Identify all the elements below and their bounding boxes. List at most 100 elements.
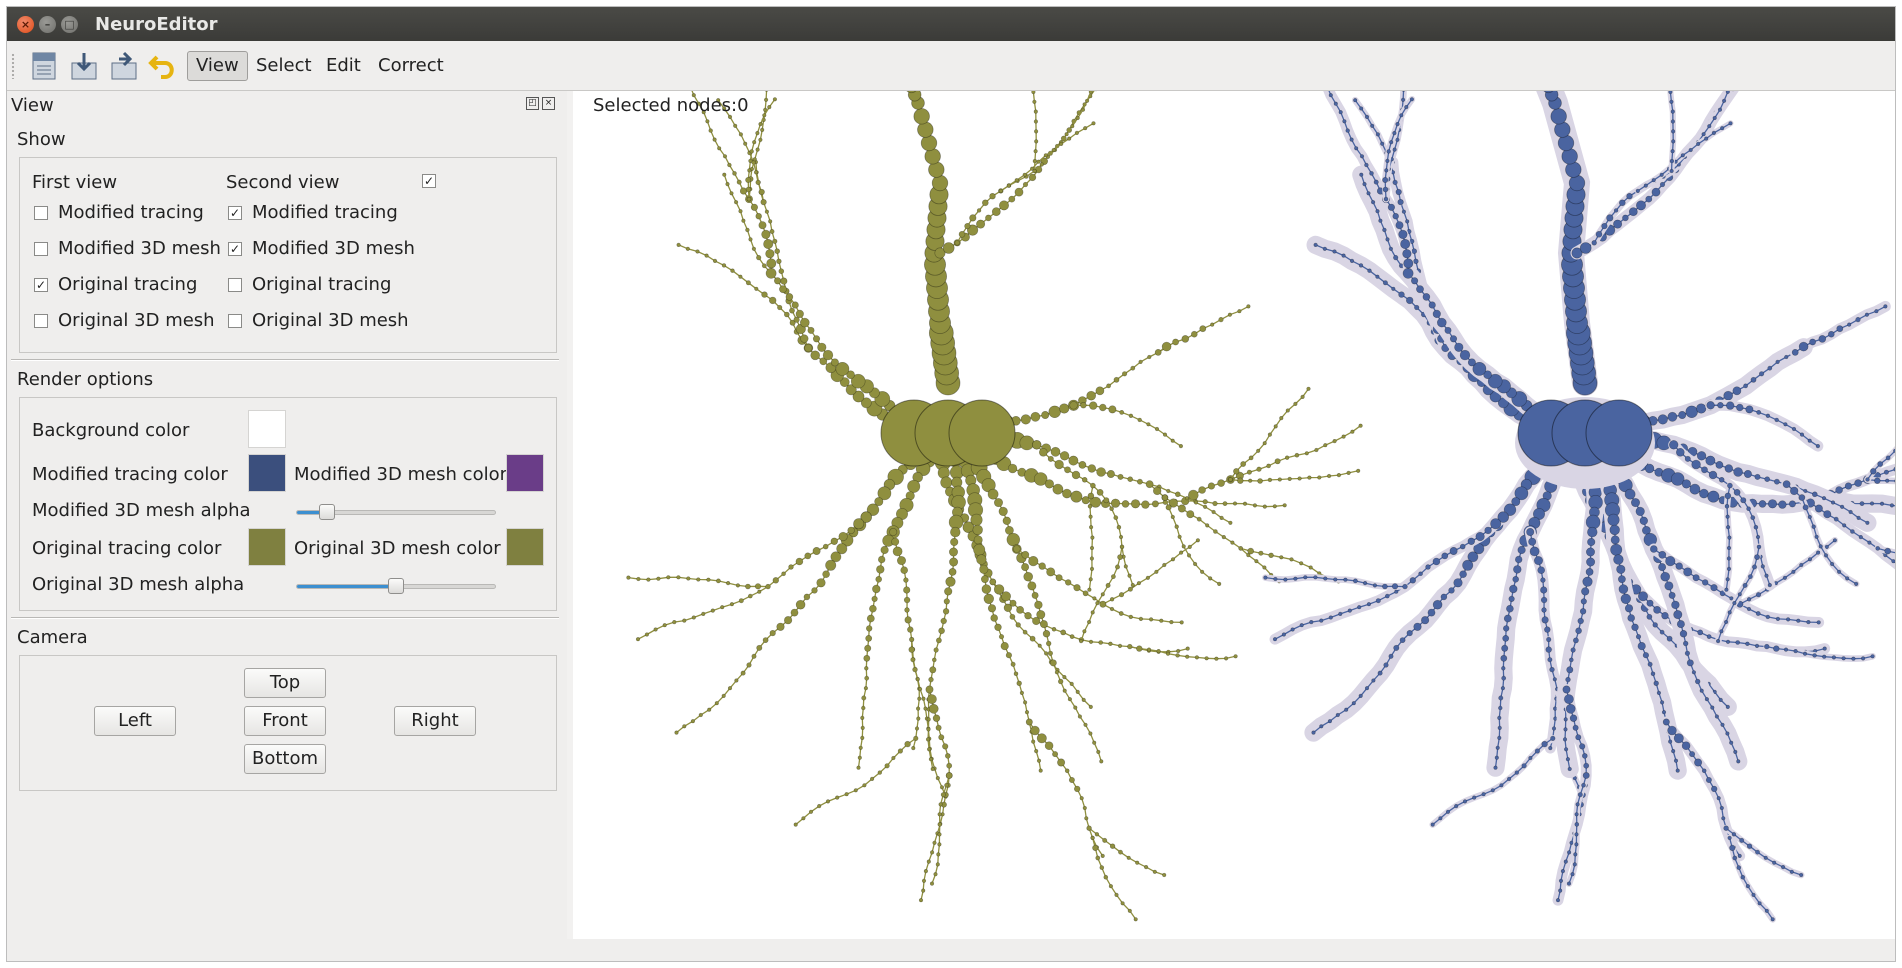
tracing-node[interactable]	[1732, 600, 1737, 606]
tracing-node[interactable]	[1130, 365, 1136, 371]
tracing-node[interactable]	[1620, 593, 1632, 604]
tracing-node[interactable]	[1659, 172, 1664, 177]
tracing-node[interactable]	[1764, 908, 1769, 913]
tracing-node[interactable]	[800, 334, 809, 343]
tracing-node[interactable]	[1767, 583, 1772, 588]
tracing-node[interactable]	[935, 637, 942, 644]
tracing-node[interactable]	[1710, 705, 1715, 710]
tracing-node[interactable]	[751, 653, 757, 659]
tracing-node[interactable]	[1756, 544, 1762, 550]
tracing-node[interactable]	[1729, 596, 1734, 601]
tracing-node[interactable]	[1565, 757, 1571, 762]
tracing-node[interactable]	[1103, 874, 1109, 880]
tracing-node[interactable]	[1393, 644, 1400, 651]
original-mesh-color-swatch[interactable]	[506, 528, 544, 566]
tracing-node[interactable]	[903, 577, 909, 583]
tracing-node[interactable]	[1016, 680, 1022, 686]
tracing-node[interactable]	[1793, 648, 1798, 654]
tracing-node[interactable]	[745, 227, 750, 233]
tracing-node[interactable]	[1332, 249, 1337, 254]
tracing-node[interactable]	[1277, 477, 1282, 482]
tracing-node[interactable]	[1773, 645, 1780, 652]
tracing-node[interactable]	[736, 179, 742, 185]
tracing-node[interactable]	[1413, 258, 1419, 265]
tracing-node[interactable]	[1161, 494, 1169, 501]
tracing-node[interactable]	[942, 242, 955, 254]
tracing-node[interactable]	[1136, 581, 1142, 586]
tracing-node[interactable]	[1202, 504, 1208, 509]
tracing-node[interactable]	[1068, 455, 1079, 466]
tracing-node[interactable]	[1019, 435, 1035, 451]
tracing-node[interactable]	[1842, 523, 1847, 528]
tracing-node[interactable]	[916, 706, 921, 711]
tracing-node[interactable]	[1065, 579, 1072, 586]
tracing-node[interactable]	[1715, 460, 1724, 469]
tracing-node[interactable]	[926, 727, 931, 732]
tracing-node[interactable]	[1327, 719, 1333, 724]
tracing-node[interactable]	[1118, 592, 1125, 598]
tracing-node[interactable]	[1791, 569, 1796, 574]
tracing-node[interactable]	[979, 564, 989, 574]
tracing-node[interactable]	[1187, 489, 1199, 501]
tracing-node[interactable]	[948, 547, 958, 557]
tracing-node[interactable]	[1136, 645, 1143, 652]
tracing-node[interactable]	[1170, 557, 1176, 562]
tracing-node[interactable]	[928, 703, 939, 714]
tracing-node[interactable]	[853, 518, 865, 530]
tracing-node[interactable]	[1193, 500, 1199, 505]
tracing-node[interactable]	[1198, 486, 1206, 494]
tracing-node[interactable]	[1659, 181, 1666, 188]
tracing-node[interactable]	[1574, 832, 1579, 837]
tracing-node[interactable]	[1353, 578, 1358, 584]
tracing-node[interactable]	[933, 647, 939, 653]
tracing-node[interactable]	[784, 311, 790, 318]
tracing-node[interactable]	[1653, 680, 1659, 686]
tracing-node[interactable]	[1704, 136, 1709, 141]
tracing-node[interactable]	[1893, 466, 1896, 472]
tracing-node[interactable]	[857, 755, 862, 760]
tracing-node[interactable]	[1346, 470, 1351, 476]
tracing-node[interactable]	[946, 762, 953, 769]
tracing-node[interactable]	[746, 196, 752, 202]
tracing-node[interactable]	[1606, 214, 1614, 222]
tracing-node[interactable]	[1818, 335, 1827, 343]
tracing-node[interactable]	[1117, 643, 1123, 649]
tracing-node[interactable]	[1382, 280, 1388, 286]
tracing-node[interactable]	[1127, 908, 1132, 913]
tracing-node[interactable]	[761, 291, 768, 298]
tracing-node[interactable]	[972, 524, 983, 536]
tracing-node[interactable]	[1055, 574, 1063, 582]
tracing-node[interactable]	[784, 616, 793, 625]
tracing-node[interactable]	[1126, 855, 1131, 860]
tracing-node[interactable]	[738, 598, 744, 604]
tracing-node[interactable]	[752, 140, 757, 145]
tracing-node[interactable]	[1087, 464, 1096, 473]
tracing-node[interactable]	[1791, 348, 1799, 356]
tracing-node[interactable]	[908, 646, 915, 653]
tracing-node[interactable]	[1484, 526, 1492, 535]
tracing-node[interactable]	[1405, 219, 1410, 224]
tracing-node[interactable]	[662, 623, 667, 628]
tracing-node[interactable]	[1395, 137, 1400, 142]
tracing-node[interactable]	[1575, 802, 1580, 807]
tracing-node[interactable]	[804, 552, 812, 560]
tracing-node[interactable]	[847, 526, 855, 535]
tracing-node[interactable]	[1544, 626, 1551, 633]
tracing-node[interactable]	[672, 619, 677, 625]
tracing-node[interactable]	[1411, 248, 1418, 254]
original-mesh-alpha-slider[interactable]	[296, 578, 496, 594]
tracing-node[interactable]	[1733, 749, 1738, 755]
select-menu[interactable]: Select	[247, 51, 321, 81]
tracing-node[interactable]	[1052, 483, 1064, 495]
tracing-node[interactable]	[1563, 747, 1569, 752]
tracing-node[interactable]	[1165, 651, 1171, 656]
tracing-node[interactable]	[909, 636, 915, 643]
tracing-node[interactable]	[1034, 600, 1043, 610]
tracing-node[interactable]	[1610, 535, 1620, 545]
tracing-node[interactable]	[1034, 748, 1039, 754]
tracing-node[interactable]	[750, 203, 758, 211]
tracing-node[interactable]	[1021, 550, 1030, 559]
tracing-node[interactable]	[1624, 488, 1636, 500]
tracing-node[interactable]	[1353, 98, 1358, 103]
tracing-node[interactable]	[1090, 482, 1096, 489]
